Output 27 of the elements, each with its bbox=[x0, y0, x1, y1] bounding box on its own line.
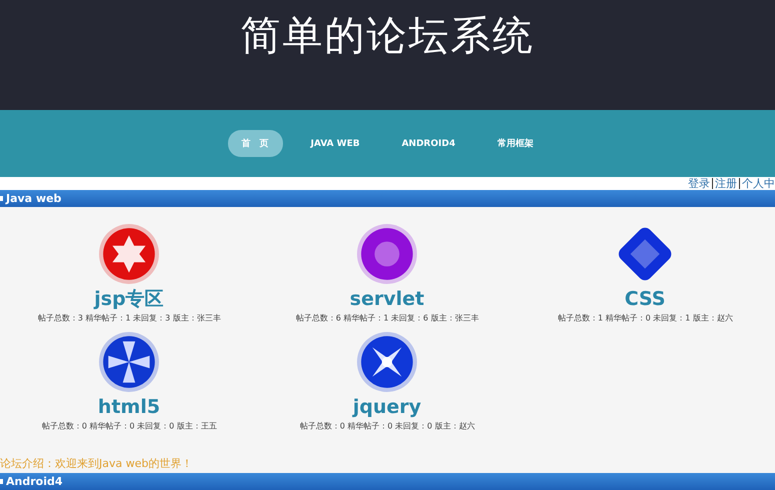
nav-link[interactable]: JAVA WEB bbox=[296, 132, 374, 156]
nav-link[interactable]: ANDROID4 bbox=[388, 132, 470, 156]
forum-name[interactable]: servlet bbox=[350, 287, 424, 311]
forum-stats: 帖子总数：1 精华帖子：0 未回复：1 版主：赵六 bbox=[558, 312, 732, 324]
sparkle-badge-icon[interactable] bbox=[356, 331, 418, 393]
bullet-icon bbox=[0, 479, 3, 484]
forum-name[interactable]: jsp专区 bbox=[94, 287, 164, 311]
forum-name[interactable]: html5 bbox=[98, 395, 160, 419]
nav-link[interactable]: 常用框架 bbox=[483, 130, 548, 157]
forum-name[interactable]: jquery bbox=[352, 395, 422, 419]
user-link[interactable]: 个人中 bbox=[742, 177, 775, 190]
user-link[interactable]: 登录 bbox=[688, 177, 710, 190]
star-badge-icon[interactable] bbox=[98, 223, 160, 285]
section-title: Java web bbox=[6, 192, 62, 205]
circle-badge-icon[interactable] bbox=[356, 223, 418, 285]
forum-intro: 论坛介绍：欢迎来到Java web的世界！ bbox=[0, 456, 194, 471]
user-link[interactable]: 注册 bbox=[715, 177, 737, 190]
forum-stats: 帖子总数：0 精华帖子：0 未回复：0 版主：赵六 bbox=[300, 420, 474, 432]
bullet-icon bbox=[0, 196, 3, 201]
forum-stats: 帖子总数：0 精华帖子：0 未回复：0 版主：王五 bbox=[42, 420, 216, 432]
pinwheel-badge-icon[interactable] bbox=[98, 331, 160, 393]
forum-stats: 帖子总数：6 精华帖子：1 未回复：6 版主：张三丰 bbox=[296, 312, 478, 324]
forum-stats: 帖子总数：3 精华帖子：1 未回复：3 版主：张三丰 bbox=[38, 312, 220, 324]
nav-link[interactable]: 首 页 bbox=[228, 130, 283, 157]
section-title: Android4 bbox=[6, 475, 62, 488]
site-title: 简单的论坛系统 bbox=[240, 12, 534, 61]
forum-name[interactable]: CSS bbox=[624, 287, 666, 311]
